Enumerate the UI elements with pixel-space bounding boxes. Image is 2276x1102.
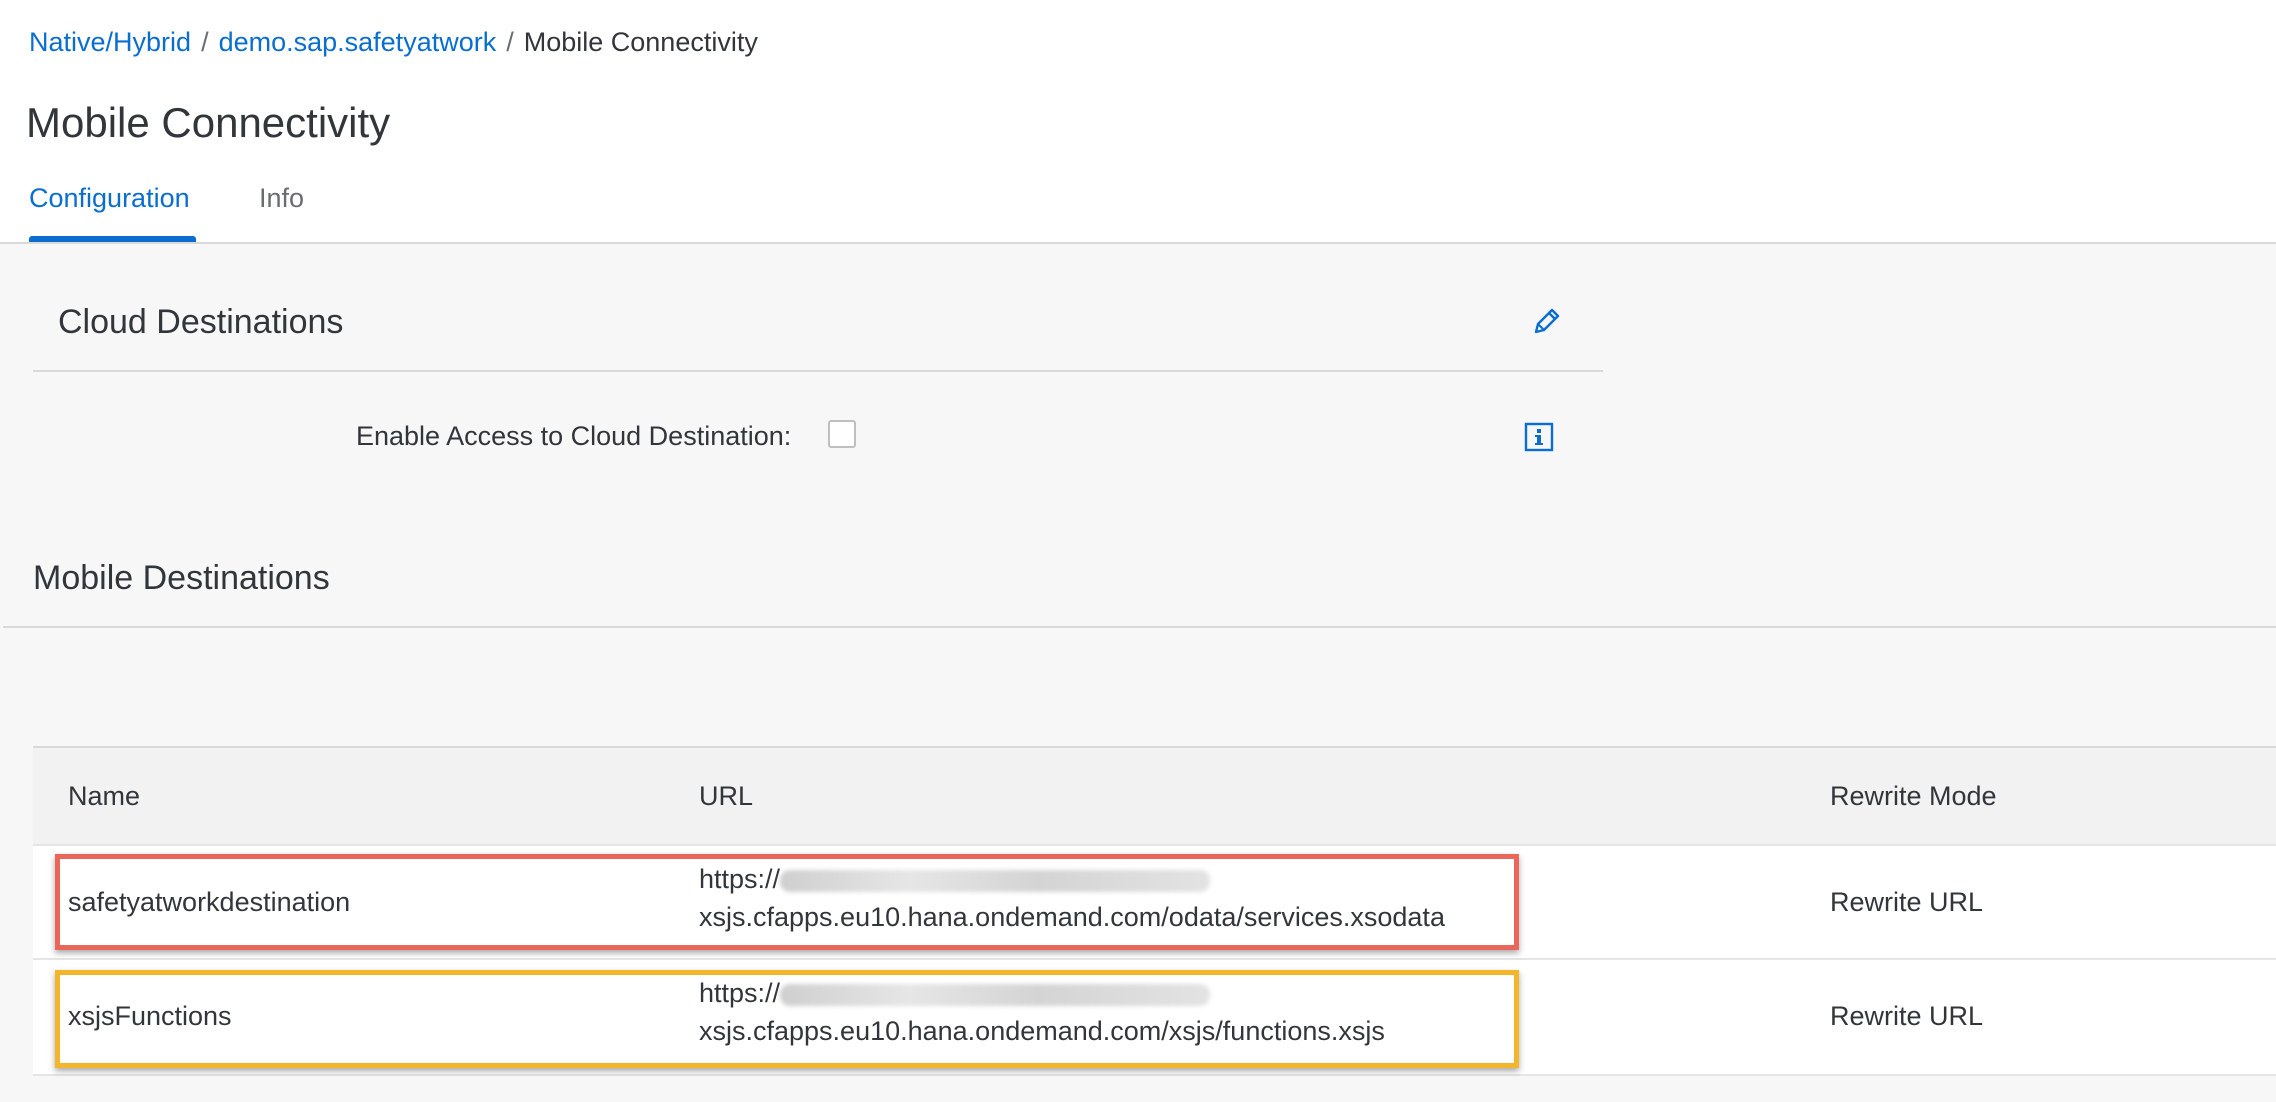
section-divider <box>3 626 2276 628</box>
breadcrumb-separator: / <box>201 27 209 57</box>
table-row[interactable]: xsjsFunctions https:// xsjs.cfapps.eu10.… <box>33 960 2276 1076</box>
mobile-destinations-title: Mobile Destinations <box>33 559 330 597</box>
column-header-url: URL <box>699 781 754 811</box>
pencil-icon[interactable] <box>1526 302 1566 342</box>
active-tab-indicator <box>29 236 196 242</box>
breadcrumb: Native/Hybrid / demo.sap.safetyatwork / Mobi… <box>29 26 758 58</box>
breadcrumb-current: Mobile Connectivity <box>523 27 758 57</box>
rewrite-mode: Rewrite URL <box>1830 1001 1984 1031</box>
cloud-destinations-title: Cloud Destinations <box>58 303 344 341</box>
table-row[interactable]: safetyatworkdestination https:// xsjs.cf… <box>33 846 2276 960</box>
redacted-hostname <box>780 869 1211 892</box>
rewrite-mode: Rewrite URL <box>1830 887 1984 917</box>
page-header: Native/Hybrid / demo.sap.safetyatwork / Mobi… <box>0 0 2276 244</box>
destination-url: https:// xsjs.cfapps.eu10.hana.ondemand.… <box>699 860 1445 936</box>
breadcrumb-link-native-hybrid[interactable]: Native/Hybrid <box>29 27 191 57</box>
url-suffix: xsjs.cfapps.eu10.hana.ondemand.com/odata… <box>699 902 1445 932</box>
column-header-name: Name <box>68 781 141 811</box>
url-prefix: https:// <box>699 978 781 1008</box>
section-divider <box>33 370 1603 372</box>
table-header: Name URL Rewrite Mode <box>33 746 2276 846</box>
column-header-rewrite-mode: Rewrite Mode <box>1830 781 1997 811</box>
tab-info[interactable]: Info <box>259 178 304 218</box>
tab-configuration[interactable]: Configuration <box>29 178 190 218</box>
destination-url: https:// xsjs.cfapps.eu10.hana.ondemand.… <box>699 974 1385 1050</box>
mobile-destinations-table: Name URL Rewrite Mode safetyatworkdestin… <box>33 746 2276 1076</box>
breadcrumb-separator: / <box>506 27 514 57</box>
configuration-panel: Cloud Destinations Enable Access to Clou… <box>0 244 2276 1102</box>
info-icon[interactable] <box>1524 422 1554 452</box>
destination-name: safetyatworkdestination <box>68 887 351 917</box>
page-title: Mobile Connectivity <box>26 99 391 146</box>
url-suffix: xsjs.cfapps.eu10.hana.ondemand.com/xsjs/… <box>699 1016 1385 1046</box>
enable-cloud-destination-label: Enable Access to Cloud Destination: <box>356 421 792 451</box>
breadcrumb-link-app[interactable]: demo.sap.safetyatwork <box>219 27 497 57</box>
enable-cloud-destination-checkbox[interactable] <box>828 420 856 448</box>
redacted-hostname <box>780 983 1211 1006</box>
page: Native/Hybrid / demo.sap.safetyatwork / Mobi… <box>0 0 2276 1102</box>
url-prefix: https:// <box>699 864 781 894</box>
destination-name: xsjsFunctions <box>68 1001 232 1031</box>
